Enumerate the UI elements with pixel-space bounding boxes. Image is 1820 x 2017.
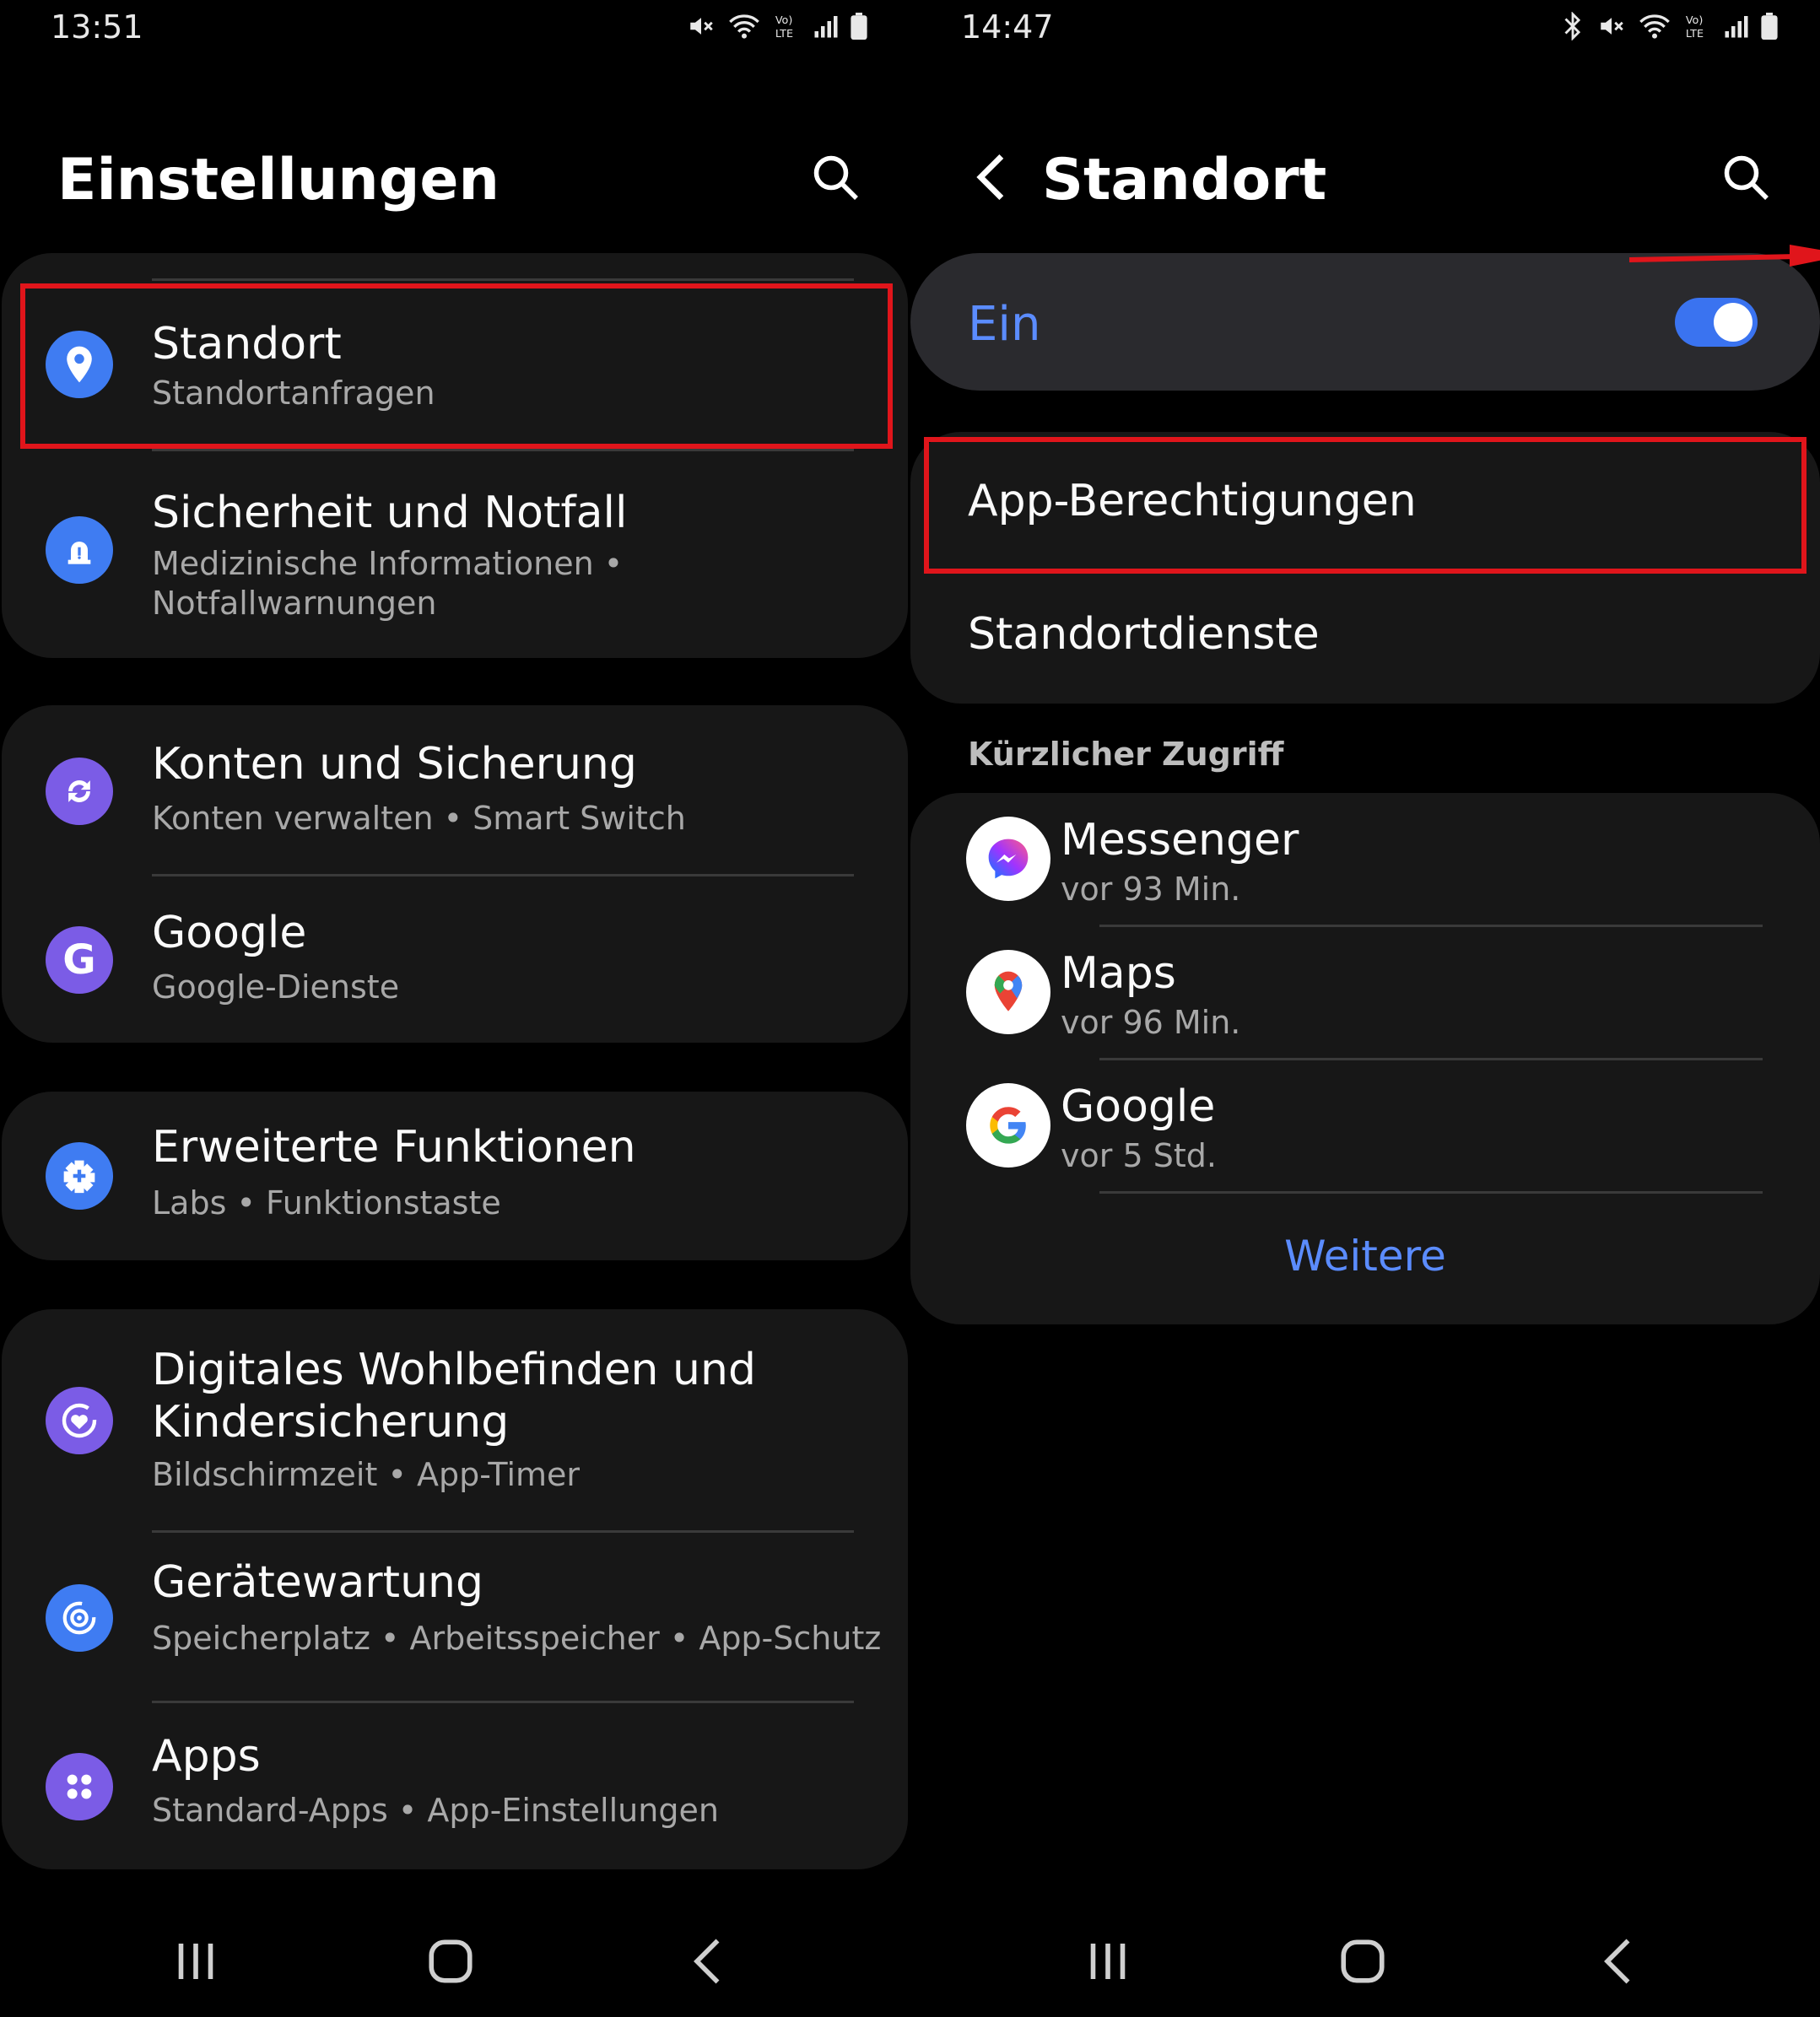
svg-text:LTE: LTE — [775, 28, 793, 40]
item-title: Google — [152, 908, 307, 958]
sync-icon — [46, 758, 113, 825]
section-header: Kürzlicher Zugriff — [968, 736, 1284, 773]
settings-item-apps[interactable]: Apps Standard-Apps • App-Einstellungen — [2, 1702, 908, 1869]
menu-item-standortdienste[interactable]: Standortdienste — [910, 569, 1820, 704]
item-subtitle: Standortanfragen — [152, 375, 435, 412]
item-title: Standort — [152, 319, 342, 369]
item-subtitle: Labs • Funktionstaste — [152, 1184, 501, 1222]
red-arrow-annotation — [1629, 245, 1820, 267]
search-icon[interactable] — [1720, 152, 1771, 202]
settings-screen: 13:51 Vo) LTE Einstellungen Standort Stan… — [0, 0, 910, 2017]
back-nav-icon[interactable] — [675, 1932, 743, 1991]
puzzle-gear-icon — [46, 1142, 113, 1210]
device-care-icon — [46, 1584, 113, 1652]
settings-item-erweitert[interactable]: Erweiterte Funktionen Labs • Funktionsta… — [2, 1092, 908, 1260]
search-icon[interactable] — [810, 152, 861, 202]
menu-item-label: App-Berechtigungen — [968, 476, 1417, 526]
item-subtitle: Google-Dienste — [152, 968, 400, 1006]
settings-item-google[interactable]: G Google Google-Dienste — [2, 876, 908, 1043]
item-title: Apps — [152, 1731, 261, 1782]
divider — [152, 449, 854, 451]
status-time: 14:47 — [961, 8, 1054, 46]
svg-text:LTE: LTE — [1686, 28, 1704, 40]
item-title: Erweiterte Funktionen — [152, 1122, 636, 1173]
navigation-bar — [910, 1915, 1820, 2008]
switch-knob — [1714, 303, 1752, 342]
status-bar: 13:51 Vo) LTE — [0, 0, 910, 67]
menu-item-label: Standortdienste — [968, 609, 1320, 660]
volte-icon: Vo)LTE — [1686, 14, 1704, 40]
settings-item-konten[interactable]: Konten und Sicherung Konten verwalten • … — [2, 705, 908, 874]
recent-app-google[interactable]: Google vor 5 Std. — [910, 1060, 1820, 1193]
settings-item-sicherheit[interactable]: Sicherheit und Notfall Medizinische Info… — [2, 456, 908, 650]
item-title: Digitales Wohlbefinden und — [152, 1345, 756, 1395]
page-title: Einstellungen — [57, 147, 500, 213]
siren-icon — [46, 516, 113, 584]
settings-item-standort[interactable]: Standort Standortanfragen — [2, 287, 908, 439]
google-g-icon: G — [46, 926, 113, 994]
item-subtitle: Speicherplatz • Arbeitsspeicher • App-Sc… — [152, 1620, 882, 1657]
mute-icon — [690, 18, 713, 35]
location-pin-icon — [46, 331, 113, 398]
svg-text:Vo): Vo) — [775, 14, 793, 27]
more-button[interactable]: Weitere — [910, 1232, 1820, 1281]
settings-group-2: Konten und Sicherung Konten verwalten • … — [2, 705, 908, 1043]
location-switch[interactable] — [1675, 298, 1758, 347]
item-subtitle: Notfallwarnungen — [152, 585, 437, 622]
item-title: Gerätewartung — [152, 1557, 483, 1608]
battery-icon — [1761, 13, 1778, 40]
item-subtitle: Standard-Apps • App-Einstellungen — [152, 1792, 719, 1829]
settings-item-wohlbefinden[interactable]: Digitales Wohlbefinden und Kindersicheru… — [2, 1309, 908, 1530]
page-title: Standort — [1042, 147, 1327, 213]
recent-apps-icon[interactable] — [1074, 1932, 1142, 1991]
item-title: Kindersicherung — [152, 1397, 510, 1448]
navigation-bar — [0, 1915, 910, 2008]
wifi-icon — [729, 14, 759, 39]
recent-access-card: Messenger vor 93 Min. Maps vor 96 Min. G… — [910, 793, 1820, 1324]
access-time: vor 96 Min. — [1061, 1004, 1241, 1041]
wifi-icon — [1639, 14, 1670, 39]
signal-icon — [1725, 16, 1748, 38]
heart-ring-icon — [46, 1387, 113, 1454]
home-icon[interactable] — [1329, 1932, 1396, 1991]
back-arrow-icon[interactable] — [968, 150, 1018, 204]
divider — [1099, 1191, 1763, 1194]
settings-group-3: Erweiterte Funktionen Labs • Funktionsta… — [2, 1092, 908, 1260]
battery-icon — [851, 13, 867, 40]
settings-group-1: Standort Standortanfragen Sicherheit und… — [2, 253, 908, 658]
google-icon — [966, 1083, 1050, 1168]
menu-item-app-berechtigungen[interactable]: App-Berechtigungen — [910, 432, 1820, 569]
status-bar: 14:47 Vo) LTE — [910, 0, 1820, 67]
mute-icon — [1601, 18, 1623, 35]
home-icon[interactable] — [417, 1932, 484, 1991]
location-screen: 14:47 Vo) LTE Standort Ein App-Berechtigu… — [910, 0, 1820, 2017]
location-menu-card: App-Berechtigungen Standortdienste — [910, 432, 1820, 704]
apps-grid-icon — [46, 1753, 113, 1820]
settings-group-4: Digitales Wohlbefinden und Kindersicheru… — [2, 1309, 908, 1869]
recent-app-maps[interactable]: Maps vor 96 Min. — [910, 926, 1820, 1060]
maps-icon — [966, 950, 1050, 1034]
app-name: Maps — [1061, 948, 1176, 999]
item-subtitle: Bildschirmzeit • App-Timer — [152, 1456, 581, 1493]
messenger-icon — [966, 817, 1050, 901]
toggle-label: Ein — [968, 297, 1041, 352]
recent-apps-icon[interactable] — [162, 1932, 230, 1991]
bluetooth-icon — [1564, 12, 1581, 40]
settings-item-geraetewartung[interactable]: Gerätewartung Speicherplatz • Arbeitsspe… — [2, 1532, 908, 1701]
app-name: Google — [1061, 1081, 1216, 1132]
back-nav-icon[interactable] — [1585, 1932, 1653, 1991]
divider — [152, 278, 854, 281]
volte-icon: Vo)LTE — [775, 14, 793, 40]
access-time: vor 5 Std. — [1061, 1137, 1217, 1174]
access-time: vor 93 Min. — [1061, 871, 1241, 908]
svg-text:Vo): Vo) — [1686, 14, 1704, 27]
item-subtitle: Konten verwalten • Smart Switch — [152, 800, 686, 837]
recent-app-messenger[interactable]: Messenger vor 93 Min. — [910, 793, 1820, 926]
signal-icon — [814, 16, 838, 38]
item-title: Konten und Sicherung — [152, 739, 637, 790]
item-title: Sicherheit und Notfall — [152, 488, 628, 538]
item-subtitle: Medizinische Informationen • — [152, 545, 624, 582]
status-time: 13:51 — [51, 8, 143, 46]
app-name: Messenger — [1061, 815, 1299, 866]
